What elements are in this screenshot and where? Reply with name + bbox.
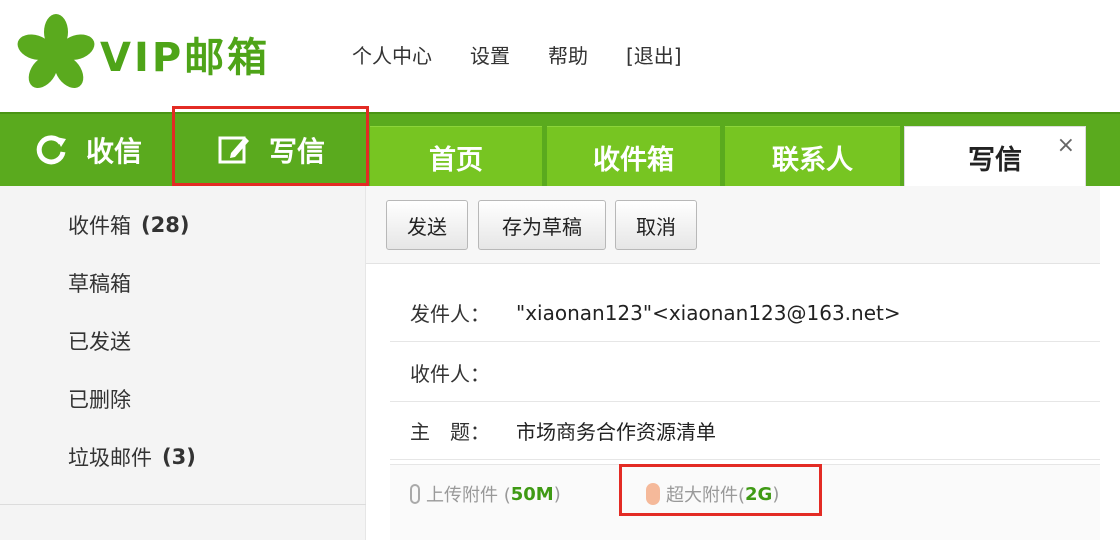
tab-compose[interactable]: 写信 × <box>904 126 1086 188</box>
nav-bar: 收信 写信 首页 收件箱 联系人 写信 × <box>0 112 1120 188</box>
subject-label: 主 题： <box>410 420 490 444</box>
upload-end: ) <box>553 483 561 505</box>
subject-row[interactable]: 主 题： 市场商务合作资源清单 <box>390 402 1100 460</box>
save-draft-button[interactable]: 存为草稿 <box>478 200 606 250</box>
upload-size: 50M <box>510 483 554 505</box>
link-personal-center[interactable]: 个人中心 <box>352 40 432 69</box>
sidebar: 收件箱 (28) 草稿箱 已发送 已删除 垃圾邮件 (3) <box>0 186 366 540</box>
link-settings[interactable]: 设置 <box>470 40 510 69</box>
from-label: 发件人： <box>410 302 490 326</box>
sidebar-item-sent[interactable]: 已发送 <box>68 326 131 356</box>
to-label: 收件人： <box>410 362 490 386</box>
upload-label: 上传附件 ( <box>426 485 511 506</box>
folder-label: 已发送 <box>68 330 131 354</box>
edit-icon <box>218 136 249 164</box>
large-attachment-link[interactable]: 超大附件( 2G ) <box>646 481 779 507</box>
from-value[interactable]: "xiaonan123"<xiaonan123@163.net> <box>516 301 901 325</box>
send-button[interactable]: 发送 <box>386 200 468 250</box>
compose-form: 发件人： "xiaonan123"<xiaonan123@163.net> 收件… <box>390 264 1100 540</box>
large-attachment-icon <box>646 483 660 505</box>
sidebar-item-spam[interactable]: 垃圾邮件 (3) <box>68 442 196 472</box>
cancel-button[interactable]: 取消 <box>615 200 697 250</box>
folder-label: 草稿箱 <box>68 272 131 296</box>
link-logout[interactable]: [退出] <box>626 40 682 69</box>
paperclip-icon <box>410 484 420 504</box>
sidebar-item-deleted[interactable]: 已删除 <box>68 384 131 414</box>
large-size: 2G <box>745 483 773 505</box>
folder-label: 已删除 <box>68 388 131 412</box>
compose-toolbar: 发送 存为草稿 取消 <box>366 186 1100 264</box>
logo-text: VIP邮箱 <box>100 35 271 81</box>
from-row: 发件人： "xiaonan123"<xiaonan123@163.net> <box>390 284 1100 342</box>
folder-count: (3) <box>162 445 196 469</box>
folder-label: 收件箱 <box>68 214 131 238</box>
tab-compose-label: 写信 <box>968 145 1022 176</box>
clover-logo-icon <box>17 14 95 88</box>
top-links: 个人中心 设置 帮助 [退出] <box>352 40 682 69</box>
tab-contacts[interactable]: 联系人 <box>725 126 900 188</box>
sidebar-divider <box>0 504 366 505</box>
to-row[interactable]: 收件人： <box>390 344 1100 402</box>
tab-inbox[interactable]: 收件箱 <box>547 126 720 188</box>
tab-home[interactable]: 首页 <box>370 126 542 188</box>
header: VIP邮箱 个人中心 设置 帮助 [退出] <box>0 0 1120 112</box>
tab-home-label: 首页 <box>429 145 483 176</box>
sidebar-item-drafts[interactable]: 草稿箱 <box>68 268 131 298</box>
large-label: 超大附件( <box>666 485 746 506</box>
write-label: 写信 <box>268 135 325 168</box>
folder-count: (28) <box>141 213 190 237</box>
refresh-icon <box>36 135 66 165</box>
tab-contacts-label: 联系人 <box>772 145 853 176</box>
close-icon[interactable]: × <box>1057 133 1075 158</box>
tab-inbox-label: 收件箱 <box>593 145 674 176</box>
write-button[interactable]: 写信 <box>176 114 366 186</box>
logo[interactable]: VIP邮箱 <box>14 12 284 96</box>
receive-label: 收信 <box>85 135 142 168</box>
folder-label: 垃圾邮件 <box>68 446 152 470</box>
receive-button[interactable]: 收信 <box>0 114 176 186</box>
large-end: ) <box>772 483 780 505</box>
sidebar-item-inbox[interactable]: 收件箱 (28) <box>68 210 189 240</box>
attachment-bar: 上传附件 ( 50M ) 超大附件( 2G ) <box>390 464 1100 540</box>
upload-attachment-link[interactable]: 上传附件 ( 50M ) <box>410 481 561 507</box>
subject-field[interactable]: 市场商务合作资源清单 <box>516 416 716 445</box>
link-help[interactable]: 帮助 <box>548 40 588 69</box>
